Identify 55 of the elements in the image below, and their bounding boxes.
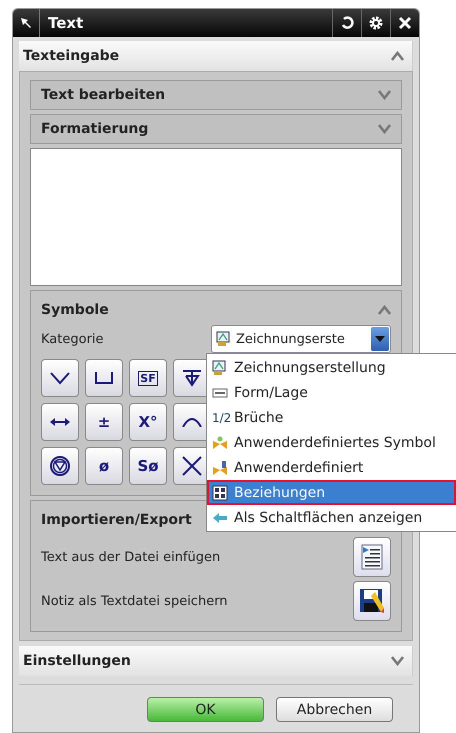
cancel-button[interactable]: Abbrechen [276, 697, 393, 722]
drawing-tool-icon [212, 360, 228, 376]
text-lines-icon [360, 544, 384, 570]
menu-item[interactable]: Als Schaltflächen anzeigen [207, 505, 456, 530]
expand-chevron-icon[interactable] [391, 656, 404, 666]
fraction-label: 1/2 [212, 410, 228, 424]
menu-item[interactable]: 1/2 Brüche [207, 405, 456, 430]
symbol-button[interactable] [41, 359, 79, 397]
section-header[interactable]: Texteingabe [19, 41, 413, 71]
section-header[interactable]: Einstellungen [19, 646, 413, 676]
grid-table-icon [212, 484, 228, 500]
undo-icon[interactable] [340, 16, 354, 30]
subsection-title: Formatierung [41, 121, 148, 137]
bow-pen-icon [212, 460, 228, 476]
symbol-button[interactable]: ± [85, 403, 123, 441]
symbol-button[interactable] [41, 403, 79, 441]
settings-icon[interactable] [368, 15, 384, 31]
category-label: Kategorie [41, 332, 104, 346]
symbol-button[interactable]: ø [85, 447, 123, 485]
insert-text-button[interactable] [353, 537, 391, 577]
panel-title: Importieren/Export [41, 512, 192, 528]
collapse-chevron-icon[interactable] [378, 305, 391, 315]
arc-icon [182, 417, 202, 427]
symbol-button[interactable] [41, 447, 79, 485]
action-label: Notiz als Textdatei speichern [41, 594, 228, 608]
text-input-area[interactable] [30, 148, 402, 286]
symbol-button[interactable] [85, 359, 123, 397]
section-title: Einstellungen [23, 653, 131, 669]
drawing-tool-icon [216, 331, 232, 347]
symbol-button[interactable]: X° [129, 403, 167, 441]
floppy-pencil-icon [359, 588, 385, 614]
close-icon[interactable] [398, 16, 412, 30]
cross-icon [180, 455, 204, 477]
depth-symbol-icon [180, 367, 204, 389]
ok-button[interactable]: OK [147, 697, 264, 722]
section-title: Texteingabe [23, 48, 120, 64]
menu-item[interactable]: Anwenderdefiniert [207, 455, 456, 480]
dropdown-arrow-icon [375, 336, 385, 342]
action-label: Text aus der Datei einfügen [41, 550, 220, 564]
cursor-arrow-icon[interactable] [20, 17, 32, 29]
symbol-button[interactable]: SF [129, 359, 167, 397]
save-file-button[interactable] [353, 581, 391, 621]
window-title: Text [39, 9, 332, 37]
menu-item[interactable]: Form/Lage [207, 380, 456, 405]
subsection-header[interactable]: Text bearbeiten [30, 80, 402, 110]
symbol-button[interactable]: Sø [129, 447, 167, 485]
menu-item[interactable]: Anwenderdefiniertes Symbol [207, 430, 456, 455]
panel-title: Symbole [41, 302, 109, 318]
menu-item[interactable]: Beziehungen [207, 480, 456, 505]
subsection-header[interactable]: Formatierung [30, 114, 402, 144]
collapse-chevron-icon[interactable] [391, 51, 404, 61]
category-dropdown[interactable]: Zeichnungserste [211, 325, 391, 353]
sparkle-bow-icon [212, 434, 228, 450]
subsection-title: Text bearbeiten [41, 87, 166, 103]
menu-item[interactable]: Zeichnungserstellung [207, 355, 456, 380]
